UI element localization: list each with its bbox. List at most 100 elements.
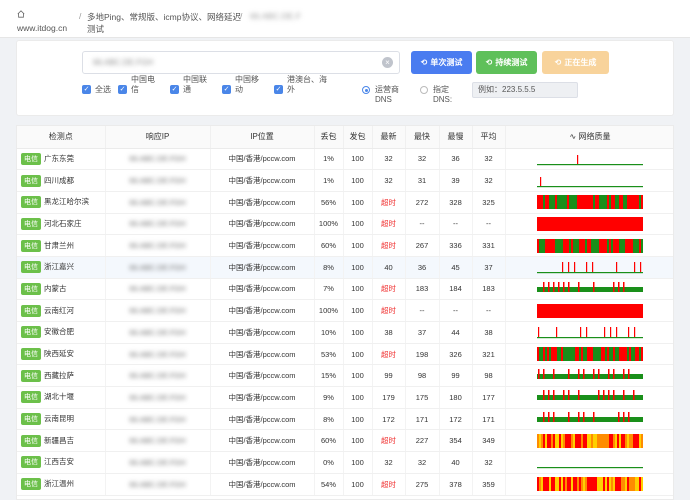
slowest-latency-value: 172 — [449, 414, 462, 424]
quality-bar — [548, 281, 550, 292]
quality-bar — [578, 281, 580, 292]
response-ip: 66.ABC.DE.FGH — [105, 321, 211, 344]
col-header-loss[interactable]: 丢包 — [314, 126, 344, 149]
fastest-latency: 31 — [405, 169, 440, 192]
col-header-slowest[interactable]: 最慢 — [439, 126, 473, 149]
sent-count: 100 — [343, 169, 373, 192]
col-header-node[interactable]: 检测点 — [17, 126, 106, 149]
quality-bar — [595, 238, 597, 253]
table-row[interactable]: 电信 新疆昌吉 66.ABC.DE.FGH 中国/香港/pccw.com 60% 100 超… — [17, 429, 673, 453]
table-row[interactable]: 电信 四川成都 66.ABC.DE.FGH 中国/香港/pccw.com 1% 100 32… — [17, 169, 673, 192]
response-ip: 66.ABC.DE.FGH — [105, 256, 211, 279]
fastest-latency-value: 183 — [415, 284, 429, 294]
col-header-sent[interactable]: 发包 — [343, 126, 373, 149]
quality-cell — [505, 429, 673, 453]
quality-bar — [616, 262, 618, 273]
quality-bar — [641, 477, 643, 492]
quality-bar — [567, 195, 569, 210]
single-test-label: 单次测试 — [430, 58, 463, 67]
quality-bar — [555, 477, 557, 492]
response-ip-value: 66.ABC.DE.FGH — [129, 327, 186, 337]
table-row[interactable]: 电信 广东东莞 66.ABC.DE.FGH 中国/香港/pccw.com 1% 100 32… — [17, 148, 673, 171]
latest-latency: 40 — [372, 256, 406, 279]
home-icon[interactable] — [17, 10, 25, 18]
continuous-test-button[interactable]: ⟲ 持续测试 — [476, 51, 537, 74]
quality-bar — [592, 262, 594, 273]
quality-bar — [578, 368, 580, 379]
node-cell: 电信 新疆昌吉 — [17, 429, 106, 453]
quality-bar — [541, 195, 543, 210]
table-row[interactable]: 电信 安徽合肥 66.ABC.DE.FGH 中国/香港/pccw.com 10% 100 3… — [17, 321, 673, 344]
quality-bar — [608, 390, 610, 401]
quality-bar — [537, 163, 643, 166]
single-test-button[interactable]: ⟲ 单次测试 — [411, 51, 472, 74]
col-header-fastest[interactable]: 最快 — [405, 126, 440, 149]
response-ip: 66.ABC.DE.FGH — [105, 473, 211, 496]
quality-bar — [605, 195, 607, 210]
quality-bar — [563, 281, 565, 292]
isp-badge: 电信 — [21, 174, 41, 187]
table-row[interactable]: 电信 内蒙古 66.ABC.DE.FGH 中国/香港/pccw.com 7% 100 超时 1… — [17, 278, 673, 301]
dns-input[interactable]: 例如：223.5.5.5 — [472, 82, 578, 98]
quality-bar — [613, 195, 615, 210]
quality-chart — [537, 368, 643, 379]
isp-badge: 电信 — [21, 348, 41, 361]
quality-bar — [601, 238, 603, 253]
table-row[interactable]: 电信 浙江嘉兴 66.ABC.DE.FGH 中国/香港/pccw.com 8% 100 40… — [17, 256, 673, 279]
quality-bar — [599, 347, 601, 362]
avg-latency: 32 — [472, 169, 506, 192]
quality-bar — [583, 195, 585, 210]
quality-bar — [617, 195, 619, 210]
quality-bar — [639, 347, 641, 362]
col-header-avg[interactable]: 平均 — [472, 126, 506, 149]
quality-chart — [537, 433, 643, 448]
target-input[interactable]: 66.ABC.DE.FGH × — [82, 51, 400, 74]
isp-badge: 电信 — [21, 282, 41, 295]
col-header-ip[interactable]: 响应IP — [105, 126, 211, 149]
avg-latency: 325 — [472, 191, 506, 214]
quality-bar — [553, 238, 555, 253]
top-bar: www.itdog.cn / 多地Ping、常规版、icmp协议、网络延迟测试 … — [0, 0, 690, 38]
table-row[interactable]: 电信 河北石家庄 66.ABC.DE.FGH 中国/香港/pccw.com 100% 10… — [17, 213, 673, 236]
sent-count: 100 — [343, 429, 373, 453]
response-ip: 66.ABC.DE.FGH — [105, 299, 211, 322]
generate-button[interactable]: ⟲ 正在生成 — [542, 51, 609, 74]
quality-bar — [628, 368, 630, 379]
quality-bar — [589, 433, 591, 448]
latest-latency-value: 超时 — [381, 284, 396, 294]
breadcrumb-item[interactable]: 多地Ping、常规版、icmp协议、网络延迟测试 — [87, 11, 247, 35]
col-header-quality[interactable]: ∿ 网络质量 — [505, 126, 673, 149]
quality-bar — [623, 477, 625, 492]
quality-bar — [607, 477, 609, 492]
quality-chart — [537, 195, 643, 210]
quality-bar — [556, 327, 558, 338]
quality-bar — [635, 433, 637, 448]
response-ip-value: 66.ABC.DE.FGH — [129, 176, 186, 186]
quality-bar — [599, 195, 601, 210]
table-row[interactable]: 电信 西藏拉萨 66.ABC.DE.FGH 中国/香港/pccw.com 15% 100 9… — [17, 364, 673, 388]
table-row[interactable]: 电信 云南昆明 66.ABC.DE.FGH 中国/香港/pccw.com 8% 100 17… — [17, 408, 673, 431]
col-header-latest[interactable]: 最新 — [372, 126, 406, 149]
quality-bar — [567, 433, 569, 448]
quality-bar — [583, 347, 585, 362]
clear-icon[interactable]: × — [382, 57, 393, 68]
col-header-location[interactable]: IP位置 — [210, 126, 315, 149]
table-row[interactable]: 电信 陕西延安 66.ABC.DE.FGH 中国/香港/pccw.com 53% 100 超… — [17, 343, 673, 366]
slowest-latency: 40 — [439, 451, 473, 474]
isp-badge: 电信 — [21, 217, 41, 230]
latest-latency-value: 32 — [384, 176, 393, 186]
loss-rate-value: 54% — [320, 479, 336, 489]
quality-bar — [635, 195, 637, 210]
quality-bar — [587, 477, 589, 492]
table-row[interactable]: 电信 黑龙江哈尔滨 66.ABC.DE.FGH 中国/香港/pccw.com 56% 10… — [17, 191, 673, 214]
quality-cell — [505, 148, 673, 171]
table-row[interactable]: 电信 甘肃兰州 66.ABC.DE.FGH 中国/香港/pccw.com 60% 100 超… — [17, 234, 673, 257]
table-row[interactable]: 电信 浙江温州 66.ABC.DE.FGH 中国/香港/pccw.com 54% 100 超… — [17, 473, 673, 496]
table-row[interactable]: 电信 江西吉安 66.ABC.DE.FGH 中国/香港/pccw.com 0% 100 32… — [17, 451, 673, 474]
quality-bar — [615, 433, 617, 448]
table-row[interactable]: 电信 湖北十堰 66.ABC.DE.FGH 中国/香港/pccw.com 9% 100 17… — [17, 386, 673, 409]
site-link[interactable]: www.itdog.cn — [17, 23, 67, 33]
sent-count-value: 100 — [351, 327, 364, 337]
table-row[interactable]: 电信 云南红河 66.ABC.DE.FGH 中国/香港/pccw.com 100% 100… — [17, 299, 673, 322]
quality-bar — [559, 238, 561, 253]
